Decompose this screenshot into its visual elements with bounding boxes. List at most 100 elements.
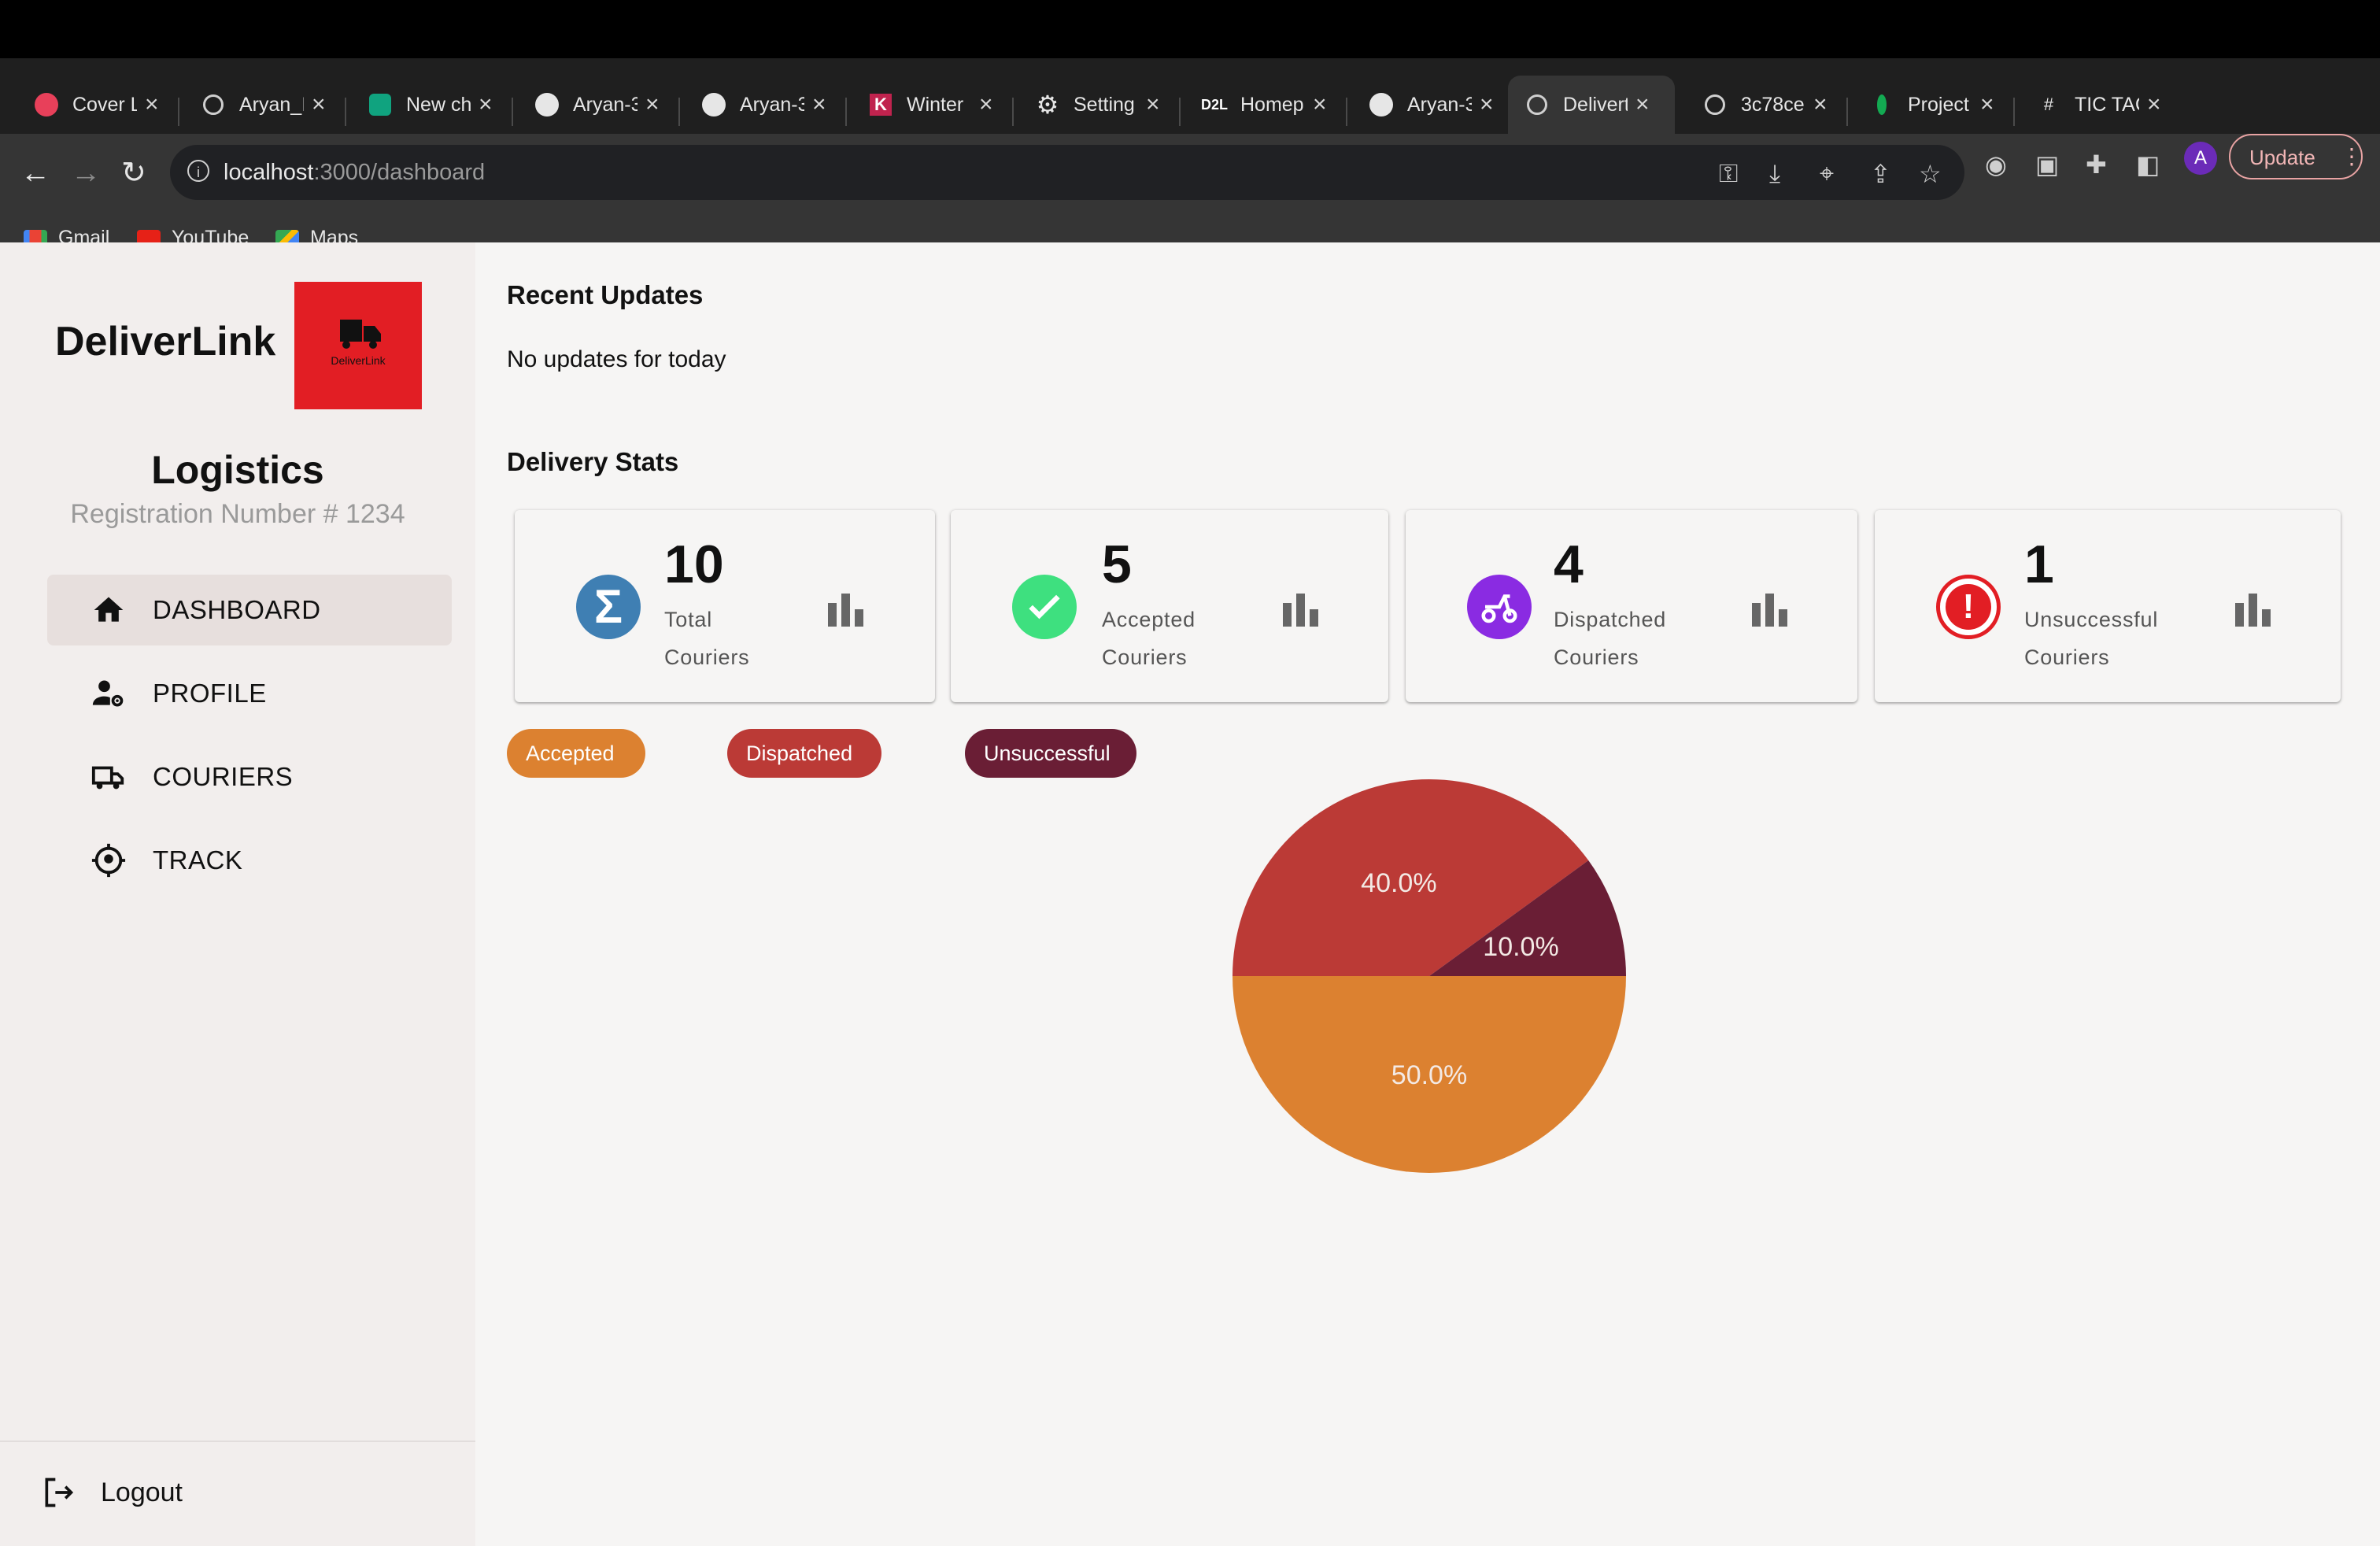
chatgpt-icon	[367, 91, 394, 118]
reload-icon[interactable]: ↻	[121, 156, 146, 190]
stat-label: Couriers	[1554, 645, 1639, 669]
nav-dashboard[interactable]: DASHBOARD	[47, 575, 452, 645]
browser-tab[interactable]: Delivert ×	[1508, 76, 1675, 134]
close-tab-icon[interactable]: ×	[1480, 91, 1494, 118]
bar-chart-icon	[1752, 594, 1787, 627]
logout-label: Logout	[101, 1477, 183, 1507]
red-circle-icon	[33, 91, 60, 118]
browser-tab[interactable]: K Winter ×	[852, 76, 1009, 134]
close-tab-icon[interactable]: ×	[312, 91, 326, 118]
globe-icon	[1524, 91, 1550, 118]
tab-strip: Cover L × Aryan_I × New ch × Aryan-3 × Aryan-3 × K…	[0, 58, 2380, 172]
app-content: DeliverLink DeliverLink Logistics Regist…	[0, 242, 2380, 1546]
close-tab-icon[interactable]: ×	[1980, 91, 1994, 118]
install-icon[interactable]: ⤓	[1769, 159, 1780, 189]
pie-label: 50.0%	[1391, 1060, 1467, 1090]
tab-separator	[845, 98, 847, 126]
home-icon	[90, 591, 128, 629]
tab-label: Homep	[1240, 93, 1304, 116]
nav-couriers[interactable]: COURIERS	[47, 742, 452, 812]
browser-tab[interactable]: Aryan_I ×	[184, 76, 342, 134]
stat-label: Dispatched	[1554, 608, 1667, 631]
pie-label: 10.0%	[1483, 932, 1558, 962]
browser-tab[interactable]: Project ×	[1853, 76, 2010, 134]
tab-separator	[178, 98, 179, 126]
legend-dispatched[interactable]: Dispatched	[727, 729, 881, 778]
bookmark-star-icon[interactable]: ☆	[1919, 159, 1942, 189]
profile-avatar[interactable]: A	[2184, 142, 2217, 175]
browser-tab[interactable]: Cover L ×	[17, 76, 175, 134]
address-url[interactable]: localhost:3000/dashboard	[224, 160, 485, 186]
truck-logo-icon	[340, 320, 381, 349]
legend-accepted[interactable]: Accepted	[507, 729, 645, 778]
tab-label: Project	[1908, 93, 1969, 116]
tab-label: TIC TAC	[2075, 93, 2139, 116]
address-bar[interactable]: i localhost:3000/dashboard ⚿ ⤓ ⌖ ⇪ ☆	[170, 145, 1964, 200]
stat-label: Couriers	[1102, 645, 1188, 669]
more-vertical-icon: ⋮	[2341, 144, 2363, 168]
browser-tab[interactable]: ⚙ Setting ×	[1018, 76, 1176, 134]
extensions-puzzle-icon[interactable]: ✚	[2086, 150, 2107, 179]
bar-chart-icon	[828, 594, 863, 627]
close-tab-icon[interactable]: ×	[645, 91, 660, 118]
nav-profile[interactable]: PROFILE	[47, 658, 452, 729]
tab-label: Aryan-3	[573, 93, 638, 116]
close-tab-icon[interactable]: ×	[2147, 91, 2161, 118]
location-pin-icon[interactable]: ⌖	[1820, 159, 1834, 189]
close-tab-icon[interactable]: ×	[1635, 91, 1650, 118]
courier-status-pie-chart: 50.0% 40.0% 10.0%	[1232, 779, 1626, 1173]
tab-label: Cover L	[72, 93, 137, 116]
legend-unsuccessful[interactable]: Unsuccessful	[965, 729, 1136, 778]
close-tab-icon[interactable]: ×	[979, 91, 993, 118]
nav-label: COURIERS	[153, 762, 294, 791]
browser-tab[interactable]: Aryan-3 ×	[685, 76, 842, 134]
nav-track[interactable]: TRACK	[47, 825, 452, 896]
browser-tab[interactable]: Aryan-3 ×	[518, 76, 675, 134]
extension-square-icon[interactable]: ▣	[2035, 150, 2059, 179]
browser-tab[interactable]: # TIC TAC ×	[2020, 76, 2177, 134]
close-tab-icon[interactable]: ×	[1813, 91, 1828, 118]
close-tab-icon[interactable]: ×	[145, 91, 159, 118]
close-tab-icon[interactable]: ×	[479, 91, 493, 118]
key-icon[interactable]: ⚿	[1719, 159, 1738, 189]
browser-tab[interactable]: D2L Homep ×	[1185, 76, 1343, 134]
globe-icon	[200, 91, 227, 118]
side-panel-icon[interactable]: ◧	[2136, 150, 2160, 179]
update-button[interactable]: Update ⋮	[2229, 134, 2363, 179]
window-top-bar	[0, 0, 2380, 58]
stat-value: 1	[2024, 534, 2054, 594]
close-tab-icon[interactable]: ×	[812, 91, 826, 118]
url-path: :3000/dashboard	[313, 160, 486, 185]
url-host: localhost	[224, 160, 314, 185]
tab-separator	[345, 98, 346, 126]
stat-card-accepted: 5 Accepted Couriers	[951, 510, 1388, 702]
tab-label: Winter	[907, 93, 964, 116]
browser-tab[interactable]: 3c78ce ×	[1686, 76, 1843, 134]
forward-arrow-icon[interactable]: →	[71, 156, 101, 190]
sigma-icon: Σ	[576, 575, 641, 639]
extension-mask-icon[interactable]: ◉	[1985, 150, 2007, 179]
nav-label: DASHBOARD	[153, 595, 321, 624]
browser-tab[interactable]: Aryan-3 ×	[1352, 76, 1510, 134]
close-tab-icon[interactable]: ×	[1146, 91, 1160, 118]
user-settings-icon	[90, 675, 128, 712]
globe-icon	[1702, 91, 1728, 118]
d2l-icon: D2L	[1201, 96, 1229, 113]
pie-label: 40.0%	[1361, 868, 1436, 898]
back-arrow-icon[interactable]: ←	[20, 156, 50, 190]
tab-separator	[1179, 98, 1181, 126]
browser-tab[interactable]: New ch ×	[351, 76, 508, 134]
stat-label: Total	[664, 608, 713, 631]
logout-button[interactable]: Logout	[41, 1475, 183, 1510]
recent-updates-text: No updates for today	[507, 346, 726, 372]
stat-value: 4	[1554, 534, 1584, 594]
alert-icon: !	[1936, 575, 2001, 639]
tic-tac-toe-icon: #	[2043, 94, 2054, 114]
tab-label: Aryan_I	[239, 93, 304, 116]
truck-icon	[90, 758, 128, 796]
share-icon[interactable]: ⇪	[1870, 159, 1891, 189]
tab-label: 3c78ce	[1741, 93, 1805, 116]
site-info-icon[interactable]: i	[187, 160, 209, 182]
close-tab-icon[interactable]: ×	[1313, 91, 1327, 118]
tab-separator	[2013, 98, 2015, 126]
